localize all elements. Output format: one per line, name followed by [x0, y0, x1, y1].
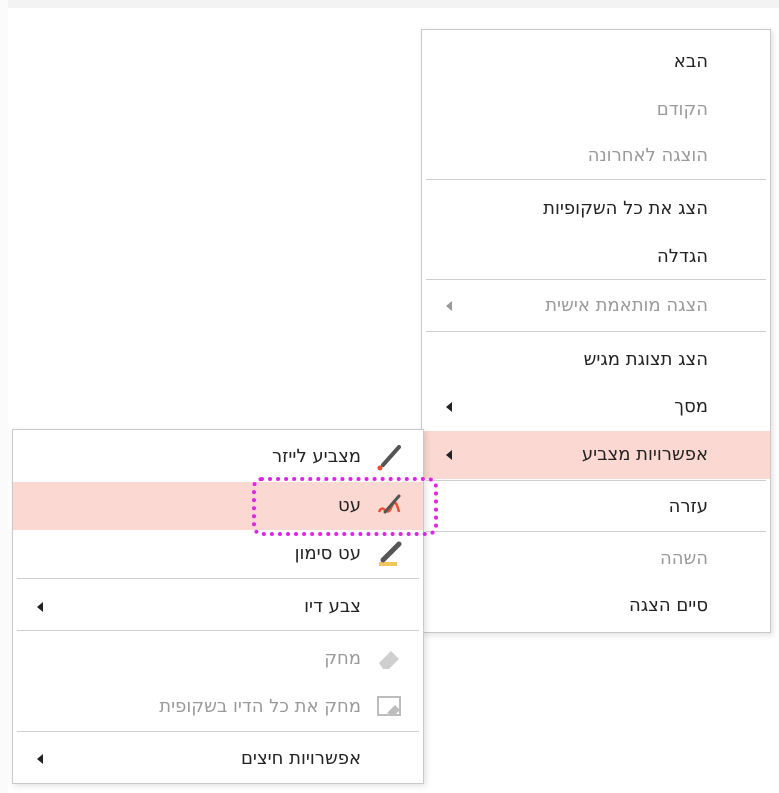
- menu-item-ink-color[interactable]: צבע דיו: [13, 583, 423, 631]
- menu-separator: [426, 331, 766, 332]
- menu-item-label: הצג את כל השקופיות: [543, 198, 708, 219]
- submenu-arrow-icon: [37, 754, 43, 764]
- submenu-arrow-icon: [37, 602, 43, 612]
- menu-separator: [426, 531, 766, 532]
- menu-item-laser-pointer[interactable]: מצביע לייזר: [13, 433, 423, 481]
- menu-item-end-show[interactable]: סיים הצגה: [422, 582, 770, 630]
- menu-item-pause[interactable]: השהה: [422, 535, 770, 583]
- menu-item-previous[interactable]: הקודם: [422, 86, 770, 134]
- menu-separator: [17, 731, 419, 732]
- eraser-icon: [379, 651, 399, 669]
- erase-all-ink-icon: [377, 696, 401, 716]
- menu-item-label: הבא: [673, 51, 708, 72]
- menu-item-label: עט סימון: [294, 543, 361, 564]
- menu-item-label: הצג תצוגת מגיש: [583, 349, 708, 370]
- menu-item-label: עזרה: [668, 496, 708, 517]
- slideshow-context-menu: הבא הקודם הוצגה לאחרונה הצג את כל השקופי…: [421, 29, 771, 633]
- menu-separator: [17, 630, 419, 631]
- menu-item-help[interactable]: עזרה: [422, 483, 770, 531]
- menu-item-erase-all-ink[interactable]: מחק את כל הדיו בשקופית: [13, 683, 423, 731]
- menu-item-label: מחק: [324, 648, 361, 669]
- submenu-arrow-icon: [446, 450, 452, 460]
- menu-item-label: הקודם: [656, 99, 708, 120]
- menu-item-arrow-options[interactable]: אפשרויות חיצים: [13, 735, 423, 783]
- menu-separator: [426, 279, 766, 280]
- menu-item-pointer-options[interactable]: אפשרויות מצביע: [422, 431, 770, 479]
- menu-item-show-all-slides[interactable]: הצג את כל השקופיות: [422, 185, 770, 233]
- menu-item-label: הגדלה: [657, 246, 708, 267]
- menu-item-presenter-view[interactable]: הצג תצוגת מגיש: [422, 336, 770, 384]
- menu-item-highlighter[interactable]: עט סימון: [13, 530, 423, 578]
- menu-item-custom-show[interactable]: הצגה מותאמת אישית: [422, 282, 770, 330]
- menu-item-next[interactable]: הבא: [422, 38, 770, 86]
- menu-item-zoom[interactable]: הגדלה: [422, 233, 770, 281]
- menu-item-label: אפשרויות חיצים: [240, 748, 361, 769]
- menu-item-label: מסך: [674, 396, 708, 417]
- submenu-arrow-icon: [446, 402, 452, 412]
- menu-item-label: סיים הצגה: [628, 595, 708, 616]
- menu-item-last-viewed[interactable]: הוצגה לאחרונה: [422, 132, 770, 180]
- highlighter-icon: [379, 541, 402, 566]
- laser-pointer-icon: [377, 445, 401, 471]
- menu-item-label: צבע דיו: [304, 596, 361, 617]
- menu-separator: [426, 179, 766, 180]
- menu-item-label: השהה: [659, 548, 708, 569]
- submenu-arrow-icon: [446, 301, 452, 311]
- window-top-strip: [0, 0, 779, 8]
- menu-item-label: מצביע לייזר: [272, 446, 361, 467]
- menu-item-label: הוצגה לאחרונה: [587, 145, 708, 166]
- menu-item-label: הצגה מותאמת אישית: [545, 295, 708, 316]
- menu-separator: [17, 578, 419, 579]
- menu-item-label: אפשרויות מצביע: [581, 444, 708, 465]
- menu-item-label: מחק את כל הדיו בשקופית: [159, 696, 361, 717]
- window-left-edge: [0, 0, 8, 793]
- menu-item-screen[interactable]: מסך: [422, 383, 770, 431]
- focus-highlight-outline: [252, 477, 438, 536]
- menu-item-eraser[interactable]: מחק: [13, 635, 423, 683]
- menu-separator: [426, 480, 766, 481]
